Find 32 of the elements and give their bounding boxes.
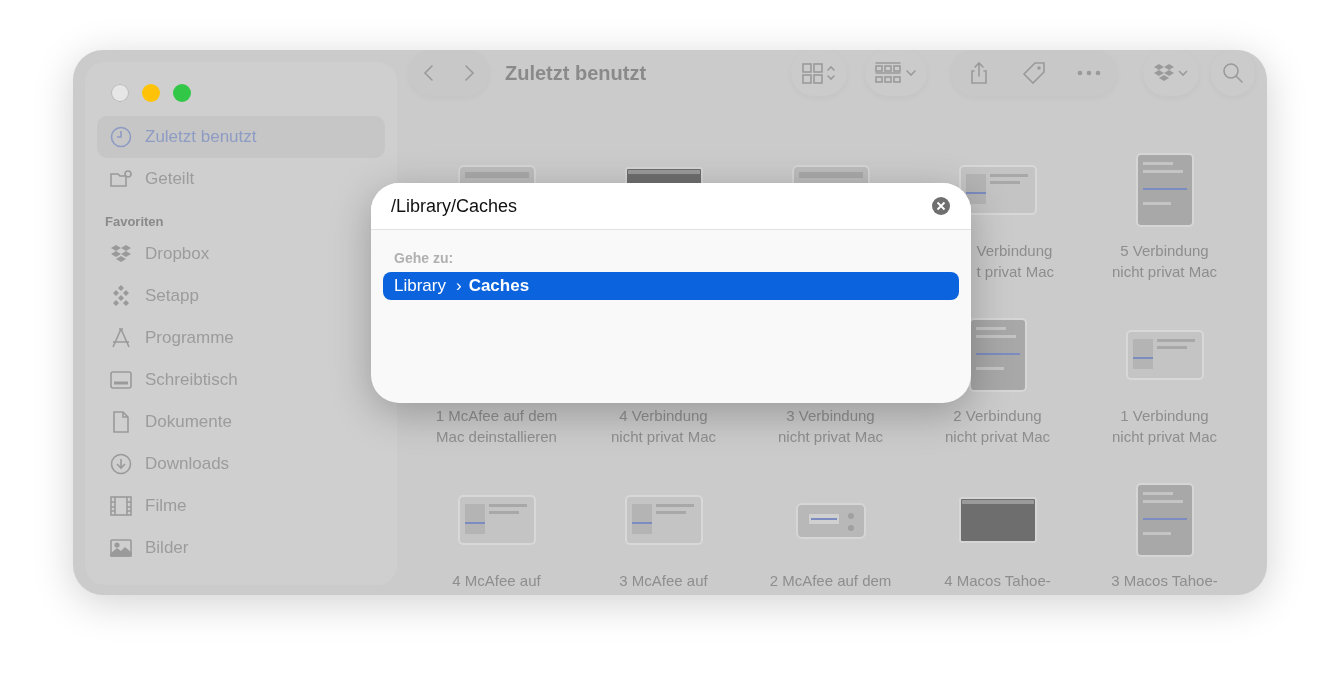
sidebar-item[interactable]: Zuletzt benutzt	[97, 116, 385, 158]
app-store-icon	[109, 326, 133, 350]
clear-button[interactable]	[931, 196, 951, 216]
file-name: 5 Verbindung nicht privat Mac	[1110, 241, 1218, 282]
path-suggestion[interactable]: Library › Caches	[383, 272, 959, 300]
photo-icon	[109, 536, 133, 560]
grid-view-icon	[801, 61, 837, 85]
clock-icon	[109, 125, 133, 149]
file-name: 4 McAfee auf	[451, 571, 542, 591]
window-title: Zuletzt benutzt	[505, 61, 647, 85]
file-name: 2 McAfee auf dem	[768, 571, 893, 591]
close-button[interactable]	[111, 84, 129, 102]
section-heading: Favoriten	[104, 213, 165, 231]
search-icon	[1221, 61, 1245, 85]
group-view-icon	[875, 61, 917, 85]
download-icon	[109, 452, 133, 476]
file-name: 4 Macos Tahoe-	[943, 571, 1052, 591]
file-name: 1 Verbindung nicht privat Mac	[1110, 406, 1218, 447]
minimize-button[interactable]	[142, 84, 160, 102]
file-name: 2 Verbindung nicht privat Mac	[943, 406, 1051, 447]
path-field[interactable]: /Library/Caches	[371, 183, 971, 230]
path-input[interactable]: /Library/Caches	[391, 186, 931, 226]
section-label: Gehe zu:	[393, 249, 455, 268]
more-icon	[1077, 70, 1101, 76]
file-name: 3 McAfee auf	[618, 571, 709, 591]
file-name: Verbindung t privat Mac	[975, 241, 1056, 282]
clear-icon	[931, 196, 951, 216]
film-icon	[109, 494, 133, 518]
desktop-icon	[109, 368, 133, 392]
zoom-button[interactable]	[173, 84, 191, 102]
file-name: 3 Macos Tahoe-	[1110, 571, 1219, 591]
tag-icon	[1021, 61, 1047, 85]
